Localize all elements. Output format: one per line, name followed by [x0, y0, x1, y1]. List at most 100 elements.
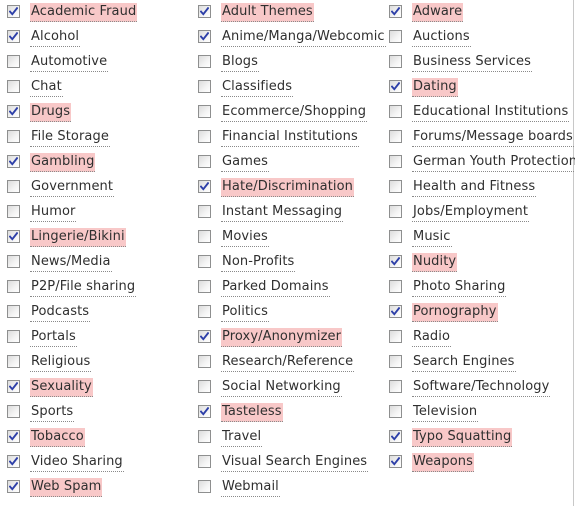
category-label[interactable]: Adware [412, 3, 464, 22]
category-checkbox[interactable] [7, 455, 20, 468]
category-label[interactable]: Radio [412, 328, 452, 347]
category-checkbox[interactable] [7, 255, 20, 268]
category-label[interactable]: Chat [30, 78, 63, 97]
category-checkbox[interactable] [198, 5, 211, 18]
category-checkbox[interactable] [198, 80, 211, 93]
category-label[interactable]: Drugs [30, 103, 72, 122]
category-checkbox[interactable] [198, 380, 211, 393]
category-checkbox[interactable] [198, 155, 211, 168]
category-checkbox[interactable] [389, 330, 402, 343]
category-label[interactable]: Classifieds [221, 78, 294, 97]
category-label[interactable]: Non-Profits [221, 253, 296, 272]
category-checkbox[interactable] [198, 230, 211, 243]
category-label[interactable]: Research/Reference [221, 353, 355, 372]
category-checkbox[interactable] [389, 105, 402, 118]
category-checkbox[interactable] [389, 280, 402, 293]
category-checkbox[interactable] [7, 380, 20, 393]
category-checkbox[interactable] [7, 30, 20, 43]
category-label[interactable]: Weapons [412, 453, 474, 472]
category-checkbox[interactable] [389, 180, 402, 193]
category-checkbox[interactable] [389, 130, 402, 143]
category-checkbox[interactable] [7, 55, 20, 68]
category-label[interactable]: Sports [30, 403, 75, 422]
category-label[interactable]: Travel [221, 428, 263, 447]
category-checkbox[interactable] [7, 330, 20, 343]
category-checkbox[interactable] [389, 430, 402, 443]
category-label[interactable]: Parked Domains [221, 278, 330, 297]
category-checkbox[interactable] [389, 155, 402, 168]
category-checkbox[interactable] [389, 380, 402, 393]
category-checkbox[interactable] [198, 405, 211, 418]
category-checkbox[interactable] [389, 255, 402, 268]
category-label[interactable]: Nudity [412, 253, 458, 272]
category-checkbox[interactable] [7, 155, 20, 168]
category-checkbox[interactable] [198, 455, 211, 468]
category-checkbox[interactable] [7, 105, 20, 118]
category-checkbox[interactable] [7, 305, 20, 318]
category-label[interactable]: P2P/File sharing [30, 278, 137, 297]
category-checkbox[interactable] [7, 130, 20, 143]
category-label[interactable]: Automotive [30, 53, 109, 72]
category-label[interactable]: Television [412, 403, 479, 422]
category-label[interactable]: Adult Themes [221, 3, 314, 22]
category-checkbox[interactable] [198, 55, 211, 68]
category-label[interactable]: Hate/Discrimination [221, 178, 354, 197]
category-label[interactable]: Instant Messaging [221, 203, 344, 222]
category-label[interactable]: Alcohol [30, 28, 81, 47]
category-label[interactable]: Anime/Manga/Webcomic [221, 28, 386, 47]
category-checkbox[interactable] [198, 355, 211, 368]
category-label[interactable]: Tasteless [221, 403, 283, 422]
category-label[interactable]: Social Networking [221, 378, 342, 397]
category-label[interactable]: Jobs/Employment [412, 203, 530, 222]
category-checkbox[interactable] [389, 405, 402, 418]
category-label[interactable]: Games [221, 153, 269, 172]
category-checkbox[interactable] [198, 105, 211, 118]
category-checkbox[interactable] [198, 280, 211, 293]
category-label[interactable]: Auctions [412, 28, 471, 47]
category-checkbox[interactable] [389, 455, 402, 468]
category-label[interactable]: Podcasts [30, 303, 91, 322]
category-checkbox[interactable] [198, 330, 211, 343]
category-label[interactable]: Movies [221, 228, 269, 247]
category-checkbox[interactable] [389, 205, 402, 218]
category-checkbox[interactable] [7, 230, 20, 243]
category-checkbox[interactable] [198, 205, 211, 218]
category-label[interactable]: Photo Sharing [412, 278, 507, 297]
category-label[interactable]: Proxy/Anonymizer [221, 328, 343, 347]
category-label[interactable]: File Storage [30, 128, 110, 147]
category-checkbox[interactable] [389, 80, 402, 93]
category-label[interactable]: Video Sharing [30, 453, 124, 472]
category-label[interactable]: Software/Technology [412, 378, 551, 397]
category-label[interactable]: Sexuality [30, 378, 93, 397]
category-label[interactable]: Government [30, 178, 115, 197]
category-label[interactable]: Religious [30, 353, 92, 372]
category-checkbox[interactable] [198, 30, 211, 43]
category-checkbox[interactable] [198, 305, 211, 318]
category-label[interactable]: Blogs [221, 53, 260, 72]
category-label[interactable]: Business Services [412, 53, 532, 72]
category-label[interactable]: Politics [221, 303, 269, 322]
category-label[interactable]: Pornography [412, 303, 498, 322]
category-checkbox[interactable] [389, 355, 402, 368]
category-label[interactable]: Educational Institutions [412, 103, 570, 122]
category-label[interactable]: Visual Search Engines [221, 453, 369, 472]
category-checkbox[interactable] [7, 5, 20, 18]
category-label[interactable]: Financial Institutions [221, 128, 359, 147]
category-label[interactable]: Typo Squatting [412, 428, 513, 447]
category-checkbox[interactable] [7, 280, 20, 293]
category-checkbox[interactable] [389, 305, 402, 318]
category-label[interactable]: Tobacco [30, 428, 85, 447]
category-checkbox[interactable] [7, 80, 20, 93]
category-checkbox[interactable] [198, 130, 211, 143]
category-label[interactable]: Portals [30, 328, 77, 347]
category-label[interactable]: German Youth Protection [412, 153, 575, 172]
category-label[interactable]: Forums/Message boards [412, 128, 574, 147]
category-checkbox[interactable] [389, 55, 402, 68]
category-checkbox[interactable] [198, 255, 211, 268]
category-label[interactable]: Academic Fraud [30, 3, 138, 22]
category-checkbox[interactable] [7, 480, 20, 493]
category-checkbox[interactable] [7, 180, 20, 193]
category-label[interactable]: Lingerie/Bikini [30, 228, 126, 247]
category-label[interactable]: Web Spam [30, 478, 103, 497]
category-checkbox[interactable] [7, 205, 20, 218]
